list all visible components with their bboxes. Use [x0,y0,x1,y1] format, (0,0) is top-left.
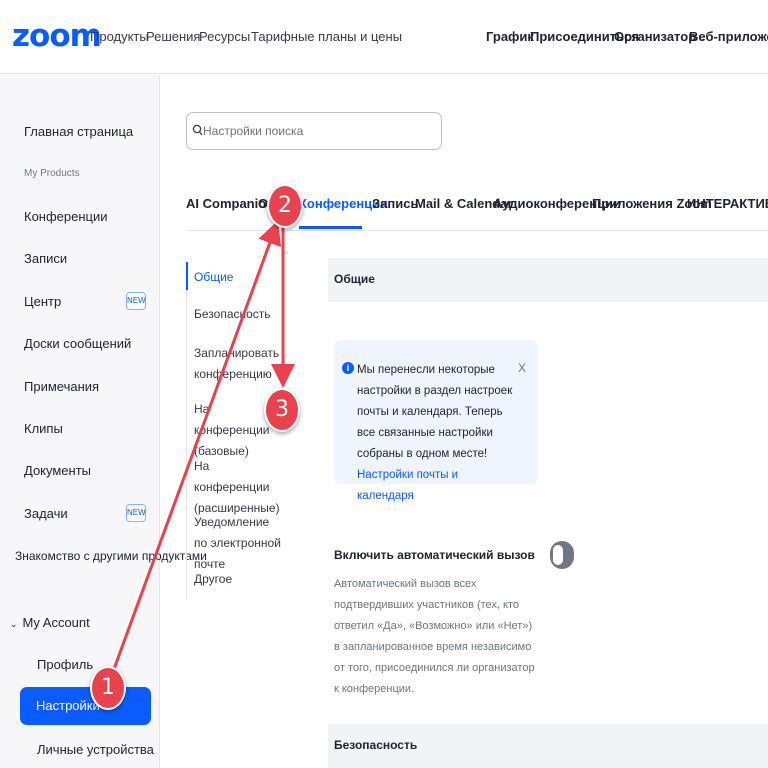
sidebar-item-explore-products[interactable]: Знакомство с другими продуктами [15,549,207,563]
settings-search-input[interactable]: Настройки поиска [186,112,442,150]
nav-host-label: Организатор [614,29,697,44]
search-icon [192,124,203,136]
nav-schedule[interactable]: График [486,29,534,44]
nav-products[interactable]: Продукты [90,29,149,44]
subnav-in-meeting-advanced[interactable]: На конференции (расширенные) [194,456,284,519]
info-banner-text: Мы перенесли некоторые настройки в разде… [357,360,517,507]
nav-web-app-label: Веб-приложение [689,29,768,44]
sidebar-item-recordings[interactable]: Записи [24,251,67,266]
active-tab-indicator [299,226,362,229]
sidebar-item-my-account[interactable]: ⌄ My Account [10,615,90,630]
sidebar-item-settings[interactable]: Настройки [20,687,151,725]
info-banner-message: Мы перенесли некоторые настройки в разде… [357,364,513,460]
toggle-knob [553,545,563,565]
tab-interactive[interactable]: ИНТЕРАКТИВНАЯ [687,196,768,211]
subnav-divider [186,290,187,600]
section-security-header: Безопасность [328,724,768,768]
annotation-marker-1: 1 [90,666,126,710]
sidebar-item-meetings[interactable]: Конференции [24,209,108,224]
nav-solutions[interactable]: Решения [146,29,200,44]
sidebar-item-my-account-label: My Account [22,615,90,630]
auto-call-toggle[interactable] [550,541,574,569]
annotation-marker-2: 2 [267,184,303,228]
annotation-marker-3: 3 [264,388,300,432]
sidebar-item-personal-devices[interactable]: Личные устройства [37,742,154,757]
sidebar-item-whiteboards[interactable]: Доски сообщений [24,336,131,351]
chevron-down-icon: ⌄ [10,619,18,629]
subnav-active-indicator [186,262,188,290]
sidebar-item-home[interactable]: Главная страница [24,124,133,139]
sidebar-item-profile[interactable]: Профиль [37,657,93,672]
auto-call-setting-description: Автоматический вызов всех подтвердивших … [334,578,535,695]
nav-pricing[interactable]: Тарифные планы и цены [251,29,402,44]
sidebar-section-my-products: My Products [24,168,80,179]
search-placeholder: Настройки поиска [203,124,304,138]
section-security-title: Безопасность [334,738,418,752]
tabs-divider [186,230,768,231]
info-icon: i [342,362,354,374]
top-navigation: zoom Продукты Решения Ресурсы Тарифные п… [0,0,768,74]
sidebar-item-hub[interactable]: Центр [24,294,61,309]
subnav-general[interactable]: Общие [194,267,284,288]
new-badge: NEW [126,504,146,522]
mail-calendar-settings-link[interactable]: Настройки почты и календаря [357,469,458,502]
sidebar-item-settings-label: Настройки [36,698,100,713]
sidebar-item-clips[interactable]: Клипы [24,421,63,436]
tab-recording[interactable]: Запись [372,196,418,211]
nav-resources[interactable]: Ресурсы [199,29,250,44]
new-badge: NEW [126,292,146,310]
subnav-security[interactable]: Безопасность [194,304,284,325]
subnav-other[interactable]: Другое [194,569,284,590]
sidebar-item-tasks[interactable]: Задачи [24,506,68,521]
auto-call-setting-title: Включить автоматический вызов [334,548,535,562]
zoom-logo[interactable]: zoom [12,18,102,54]
subnav-schedule-meeting[interactable]: Запланировать конференцию [194,343,284,385]
nav-web-app[interactable]: Веб-приложение⌄ [689,29,768,44]
subnav-email-notification[interactable]: Уведомление по электронной почте [194,512,284,575]
info-banner: i Мы перенесли некоторые настройки в раз… [334,340,538,502]
sidebar-item-docs[interactable]: Документы [24,463,91,478]
section-general-header: Общие [328,258,768,302]
close-icon[interactable]: X [518,361,526,375]
section-general-title: Общие [334,272,375,286]
sidebar-item-notes[interactable]: Примечания [24,379,99,394]
